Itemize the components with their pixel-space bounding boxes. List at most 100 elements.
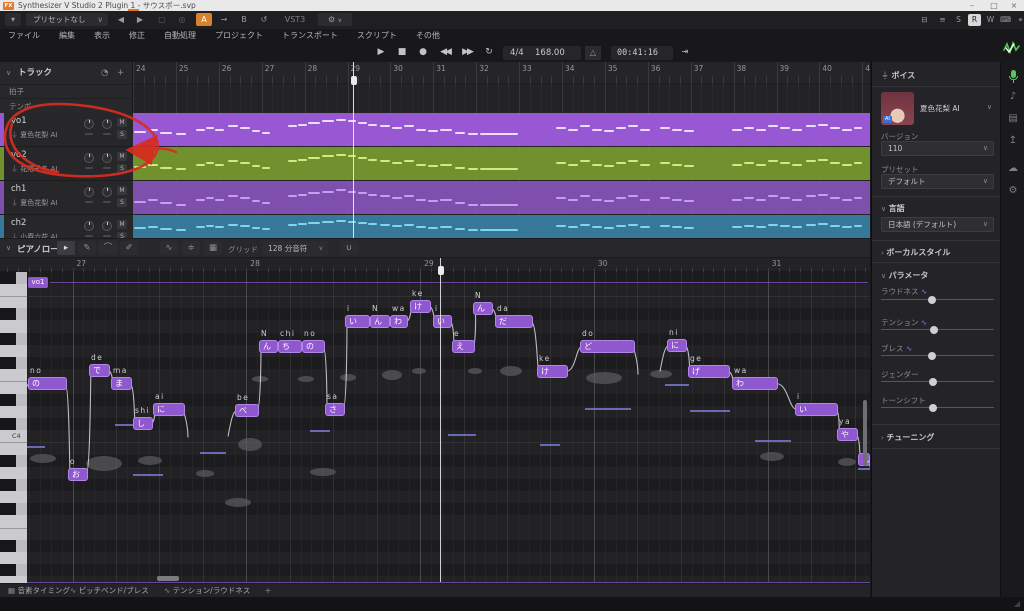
play-button[interactable]: ▶ [372,45,390,59]
version-dropdown[interactable]: 110∨ [881,141,994,156]
tempo-value[interactable]: 168.00 [535,46,565,60]
black-key[interactable] [0,272,16,284]
copy-arrow-icon[interactable]: → [216,13,232,26]
param-slider-0[interactable] [881,299,994,300]
daw-icon-≡[interactable]: ≡ [936,14,949,26]
menu-item-4[interactable]: 自動処理 [164,30,196,41]
loop-button[interactable]: ↻ [480,45,498,59]
library-panel-icon[interactable]: ▤ [1001,112,1024,126]
pan-knob[interactable] [84,221,94,231]
note-1[interactable]: お [68,468,88,481]
pan-knob[interactable] [84,119,94,129]
history-icon[interactable]: ◔ [101,62,108,84]
tempo-group[interactable]: 4/4 168.00 [503,46,581,60]
preset-dropdown[interactable]: プリセットなし ∨ [26,13,108,26]
note-10[interactable]: さ [325,403,345,416]
menu-item-1[interactable]: 編集 [59,30,75,41]
pitch-tool[interactable]: ∿ [160,241,178,255]
voice-preset-dropdown[interactable]: デフォルト∨ [881,174,994,189]
note-24[interactable]: い [795,403,838,416]
note-23[interactable]: わ [732,377,778,390]
slider-thumb[interactable] [929,378,937,386]
note-11[interactable]: い [345,315,370,328]
minimize-button[interactable]: – [964,0,980,11]
save-icon[interactable]: ▢ [154,13,170,26]
note-8[interactable]: ち [278,340,302,353]
note-4[interactable]: し [133,417,153,430]
grid-resolution-dropdown[interactable]: 128 分音符 ∨ [262,241,328,256]
slider-thumb[interactable] [928,296,936,304]
select-tool[interactable]: ▸ [57,241,75,255]
daw-icon-S[interactable]: S [952,14,965,26]
black-key[interactable] [0,564,16,576]
record-button[interactable]: ● [414,45,432,59]
note-22[interactable]: げ [688,365,730,378]
menu-item-5[interactable]: プロジェクト [215,30,263,41]
mute-button[interactable]: M [117,152,127,161]
param-slider-3[interactable] [881,381,994,382]
volume-knob[interactable] [102,187,112,197]
clip-lane-vo2[interactable] [133,147,870,180]
mute-button[interactable]: M [117,118,127,127]
clip-lane-ch2[interactable] [133,215,870,238]
track-voice[interactable]: ⏚ 花隈千冬 AI [11,164,81,173]
notes-panel-icon[interactable]: ♪ [1001,90,1024,104]
param-slider-4[interactable] [881,407,994,408]
note-2[interactable]: で [89,364,110,377]
slider-thumb[interactable] [929,404,937,412]
note-21[interactable]: に [667,339,687,352]
voice-name[interactable]: 夏色花梨 AI [920,103,960,114]
plugin-settings-dropdown[interactable]: ⚙ ∨ [318,13,352,26]
note-20[interactable]: ど [580,340,635,353]
phoneme-panel-button[interactable]: ▦ [204,241,222,255]
black-key[interactable] [0,333,16,345]
snap-toggle-button[interactable]: ∪ [340,241,358,255]
forward-button[interactable]: ▶▶ [458,45,476,59]
volume-knob[interactable] [102,221,112,231]
menu-item-6[interactable]: トランスポート [282,30,338,41]
piano-keyboard[interactable]: C4 [0,272,27,583]
note-6[interactable]: べ [235,404,259,417]
solo-button[interactable]: S [117,164,127,173]
close-button[interactable]: × [1006,0,1022,11]
add-param-tab-button[interactable]: + [262,584,274,598]
note-25[interactable]: や [837,428,858,441]
track-row-vo1[interactable]: vo1⏚ 夏色花梨 AIMS [0,113,133,147]
prev-preset-button[interactable]: ◀ [113,13,129,26]
vertical-scrollbar-thumb[interactable] [863,400,867,466]
track-voice[interactable]: ⏚ 夏色花梨 AI [11,130,81,139]
param-tab-1[interactable]: ∿ ピッチベンド/ブレス [70,584,149,598]
param-tab-2[interactable]: ∿ テンション/ラウドネス [164,584,250,598]
insert-mode-icon[interactable]: ⇥ [676,45,694,59]
black-key[interactable] [0,455,16,467]
note-12[interactable]: ん [370,315,390,328]
menu-item-2[interactable]: 表示 [94,30,110,41]
black-key[interactable] [0,357,16,369]
param-slider-2[interactable] [881,355,994,356]
stop-button[interactable]: ■ [393,45,411,59]
menu-item-8[interactable]: その他 [416,30,440,41]
track-row-ch1[interactable]: ch1⏚ 夏色花梨 AIMS [0,181,133,215]
slider-thumb[interactable] [930,326,938,334]
compare-icon[interactable]: ◎ [174,13,190,26]
note-14[interactable]: け [410,300,431,313]
a-compare-button[interactable]: A [196,13,212,26]
group-tag-vo1[interactable]: vo1 [28,277,48,288]
black-key[interactable] [0,540,16,552]
pencil-tool[interactable]: ✎ [78,241,96,255]
add-track-icon[interactable]: + [117,62,124,84]
plugin-menu-icon[interactable]: ▾ [5,13,21,26]
settings-panel-icon[interactable]: ⚙ [1001,184,1024,198]
parameters-section-header[interactable]: ∨ パラメータ [881,270,928,281]
note-5[interactable]: に [153,403,185,416]
note-19[interactable]: け [537,365,568,378]
b-compare-button[interactable]: B [236,13,252,26]
language-dropdown[interactable]: 日本語 (デフォルト)∨ [881,217,994,232]
arrangement-area[interactable]: 242526272829303132333435363738394041 [133,62,870,238]
mute-button[interactable]: M [117,186,127,195]
note-0[interactable]: の [28,377,67,390]
chevron-down-icon[interactable]: ∨ [6,62,11,84]
rewind-button[interactable]: ◀◀ [436,45,454,59]
tuning-section-header[interactable]: › チューニング [881,432,934,443]
voice-avatar[interactable]: AI [881,92,914,125]
